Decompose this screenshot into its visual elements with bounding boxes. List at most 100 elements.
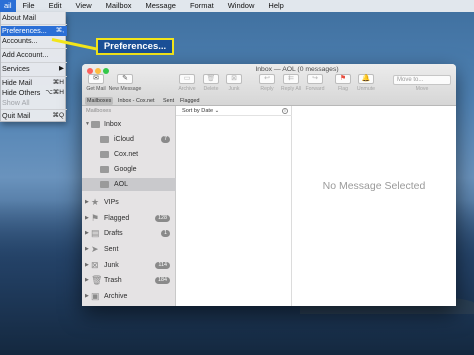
disclosure-closed-icon[interactable]: ▶ xyxy=(85,196,89,209)
trash-icon: 🗑 xyxy=(91,275,103,285)
junk-label: Junk xyxy=(228,86,240,92)
sidebar-item-trash[interactable]: ▶ 🗑 Trash 184 xyxy=(82,274,176,287)
sidebar-item-label: AOL xyxy=(114,181,129,188)
menu-item-label: Show All xyxy=(2,98,30,107)
reply-all-icon: ⇇ xyxy=(283,74,299,84)
menu-separator xyxy=(1,24,67,25)
sidebar-item-label: Google xyxy=(114,166,137,173)
flag-icon: ⚑ xyxy=(91,213,100,223)
unread-count-badge: 1 xyxy=(161,230,170,237)
mailbox-sidebar: Mailboxes ▼ Inbox iCloud 7 Cox.net Googl… xyxy=(82,106,176,306)
reply-label: Reply xyxy=(260,86,274,92)
menu-edit[interactable]: Edit xyxy=(42,0,69,12)
forward-arrow-icon: ↪ xyxy=(307,74,323,84)
sidebar-item-junk[interactable]: ▶ ⊠ Junk 114 xyxy=(82,259,176,272)
favorite-sent[interactable]: Sent xyxy=(161,97,176,105)
menu-window[interactable]: Window xyxy=(221,0,262,12)
menu-mailbox[interactable]: Mailbox xyxy=(99,0,139,12)
menu-item-preferences[interactable]: Preferences... ⌘, xyxy=(1,26,67,36)
menu-item-shortcut: ⌘, xyxy=(55,27,64,34)
menu-separator xyxy=(1,62,67,63)
menu-mail[interactable]: ail xyxy=(0,0,16,12)
sidebar-item-drafts[interactable]: ▶ ▤ Drafts 1 xyxy=(82,227,176,240)
flag-label: Flag xyxy=(337,86,349,92)
menu-item-services[interactable]: Services ▶ xyxy=(1,64,67,74)
junk-bin-icon: ⊠ xyxy=(91,260,99,270)
menu-item-add-account[interactable]: Add Account... xyxy=(1,50,67,60)
disclosure-closed-icon[interactable]: ▶ xyxy=(85,259,89,272)
callout-label: Preferences... xyxy=(96,38,174,55)
sidebar-item-vips[interactable]: ▶ ★ VIPs xyxy=(82,196,176,209)
menu-separator xyxy=(1,48,67,49)
new-message-button[interactable]: ✎ New Message xyxy=(108,74,142,92)
get-mail-button[interactable]: ✉ Get Mail xyxy=(85,74,107,92)
menu-item-about-mail[interactable]: About Mail xyxy=(1,13,67,23)
unread-count-badge: 128 xyxy=(155,215,170,222)
menu-item-show-all: Show All xyxy=(1,98,67,108)
mail-window: Inbox — AOL (0 messages) ✉ Get Mail ✎ Ne… xyxy=(82,64,456,306)
disclosure-open-icon[interactable]: ▼ xyxy=(85,118,90,131)
menu-item-hide-mail[interactable]: Hide Mail ⌘H xyxy=(1,78,67,88)
forward-button[interactable]: ↪ Forward xyxy=(304,74,326,92)
sidebar-item-google[interactable]: Google xyxy=(82,163,176,176)
favorites-bar: Mailboxes Inbox - Cox.net Sent Flagged xyxy=(82,96,456,106)
flag-icon: ⚑ xyxy=(335,74,351,84)
unread-count-badge: 184 xyxy=(155,277,170,284)
forward-label: Forward xyxy=(305,86,325,92)
menu-bar: ail File Edit View Mailbox Message Forma… xyxy=(0,0,474,12)
reply-all-button[interactable]: ⇇ Reply All xyxy=(278,74,304,92)
menu-item-hide-others[interactable]: Hide Others ⌥⌘H xyxy=(1,88,67,98)
reply-all-label: Reply All xyxy=(280,86,302,92)
favorite-mailboxes[interactable]: Mailboxes xyxy=(85,97,114,105)
disclosure-closed-icon[interactable]: ▶ xyxy=(85,290,89,303)
unread-count-badge: 7 xyxy=(161,136,170,143)
sidebar-item-aol[interactable]: AOL xyxy=(82,178,176,191)
sort-by-date-menu[interactable]: Sort by Date ⌄ xyxy=(176,106,292,116)
favorite-flagged[interactable]: Flagged xyxy=(178,97,201,105)
reply-button[interactable]: ↩ Reply xyxy=(257,74,277,92)
sidebar-item-flagged[interactable]: ▶ ⚑ Flagged 128 xyxy=(82,212,176,225)
menu-item-shortcut: ⌘H xyxy=(52,79,64,86)
menu-help[interactable]: Help xyxy=(261,0,290,12)
disclosure-closed-icon[interactable]: ▶ xyxy=(85,227,89,240)
sidebar-item-archive[interactable]: ▶ ▣ Archive xyxy=(82,290,176,303)
filter-icon[interactable]: ≡ xyxy=(282,108,288,114)
compose-icon: ✎ xyxy=(117,74,133,84)
archive-button[interactable]: ▭ Archive xyxy=(176,74,198,92)
sidebar-item-inbox[interactable]: ▼ Inbox xyxy=(82,118,176,131)
sidebar-item-sent[interactable]: ▶ ➤ Sent xyxy=(82,243,176,256)
flag-button[interactable]: ⚑ Flag xyxy=(334,74,352,92)
archive-box-icon: ▣ xyxy=(91,291,100,301)
menu-view[interactable]: View xyxy=(69,0,99,12)
reply-arrow-icon: ↩ xyxy=(259,74,275,84)
sidebar-item-label: Drafts xyxy=(104,230,123,237)
disclosure-closed-icon[interactable]: ▶ xyxy=(85,243,89,256)
menu-item-label: Preferences... xyxy=(2,26,47,35)
submenu-arrow-icon: ▶ xyxy=(59,65,64,72)
unmute-button[interactable]: 🔔 Unmute xyxy=(355,74,377,92)
favorite-inbox-cox[interactable]: Inbox - Cox.net xyxy=(116,97,157,105)
move-to-popup[interactable]: Move to... xyxy=(393,75,451,85)
delete-button[interactable]: 🗑 Delete xyxy=(200,74,222,92)
mail-app-menu: About Mail Preferences... ⌘, Accounts...… xyxy=(0,12,67,122)
menu-separator xyxy=(1,76,67,77)
new-message-label: New Message xyxy=(108,86,142,92)
sidebar-item-label: Flagged xyxy=(104,215,130,222)
menu-item-quit-mail[interactable]: Quit Mail ⌘Q xyxy=(1,111,67,121)
menu-format[interactable]: Format xyxy=(183,0,221,12)
menu-item-label: Quit Mail xyxy=(2,111,31,120)
sidebar-heading: Mailboxes xyxy=(86,108,112,114)
move-label: Move xyxy=(415,86,429,92)
menu-item-shortcut: ⌥⌘H xyxy=(45,89,64,96)
sidebar-item-label: Archive xyxy=(104,293,128,300)
menu-file[interactable]: File xyxy=(16,0,42,12)
sidebar-item-icloud[interactable]: iCloud 7 xyxy=(82,133,176,146)
paper-plane-icon: ➤ xyxy=(91,244,99,254)
sidebar-item-cox[interactable]: Cox.net xyxy=(82,148,176,161)
menu-item-label: Add Account... xyxy=(2,50,49,59)
disclosure-closed-icon[interactable]: ▶ xyxy=(85,274,89,287)
junk-button[interactable]: ⊠ Junk xyxy=(224,74,244,92)
disclosure-closed-icon[interactable]: ▶ xyxy=(85,212,89,225)
menu-message[interactable]: Message xyxy=(139,0,183,12)
menu-separator xyxy=(1,109,67,110)
